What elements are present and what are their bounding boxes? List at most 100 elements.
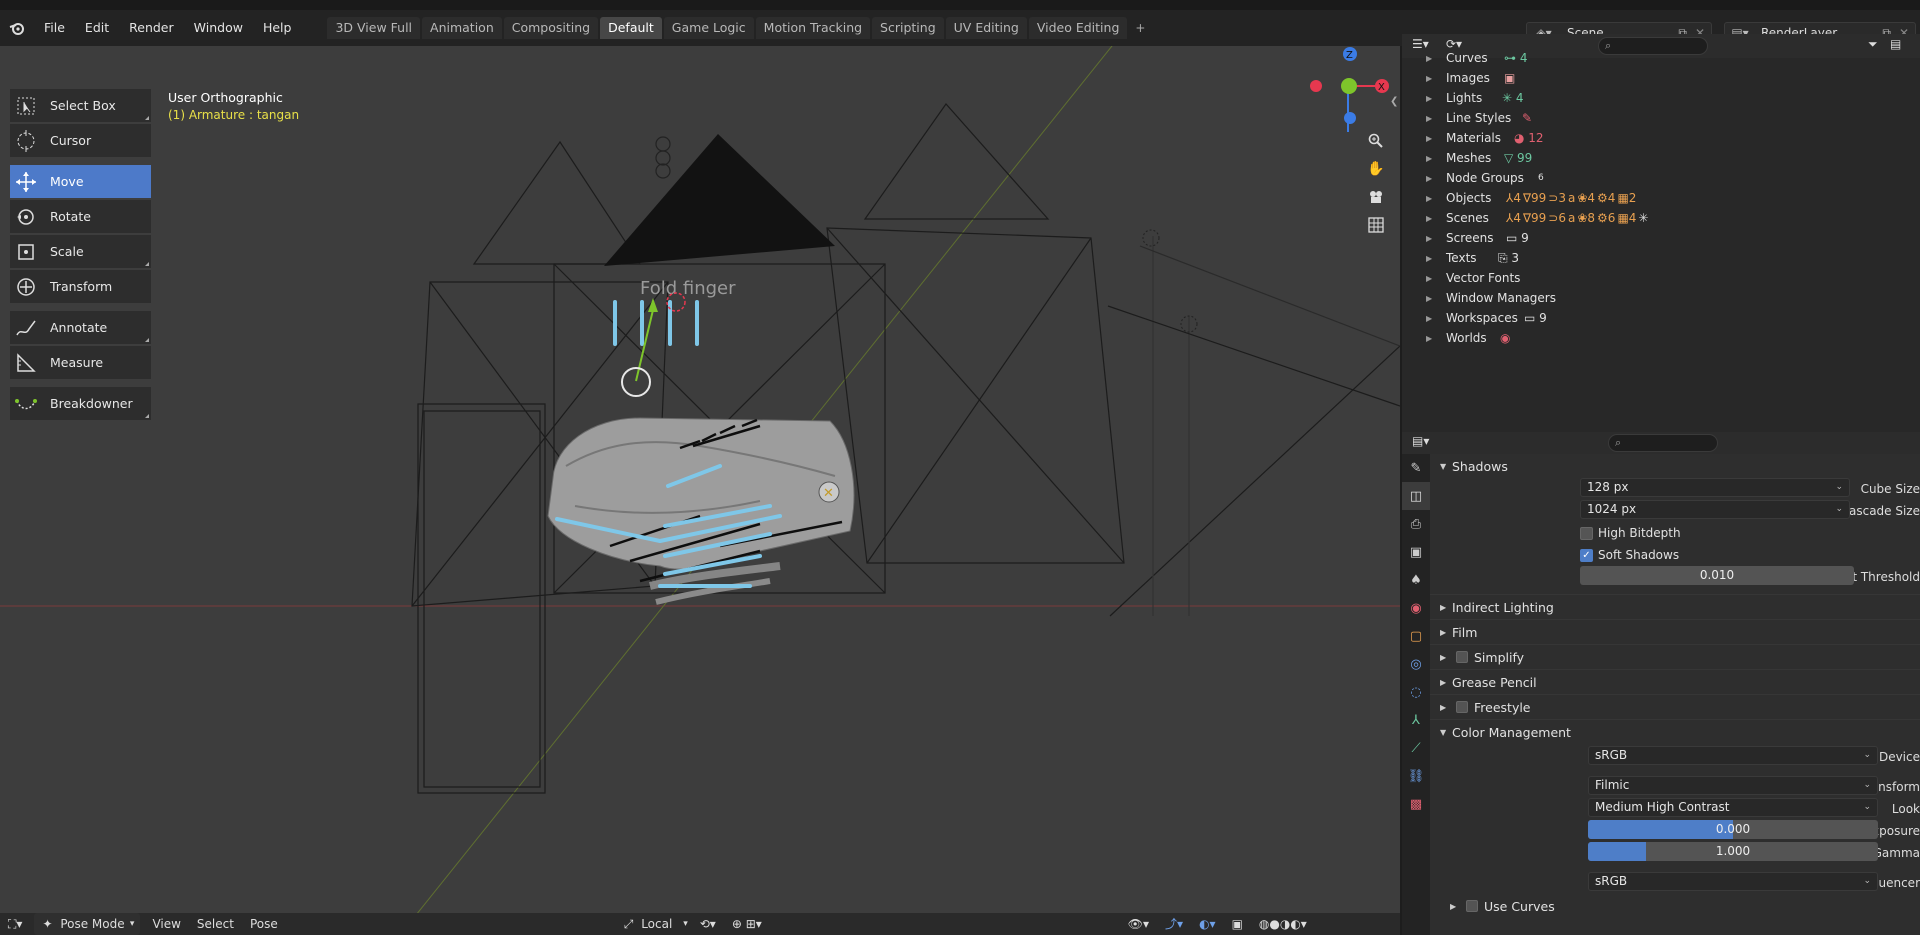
- mesh-icon: ∇99: [1522, 211, 1547, 225]
- menu-select[interactable]: Select: [189, 913, 242, 935]
- exposure-slider[interactable]: 0.000: [1588, 820, 1878, 839]
- editor-type-icon[interactable]: ⛶▾: [0, 913, 30, 935]
- add-workspace-button[interactable]: +: [1129, 17, 1151, 39]
- tab-default[interactable]: Default: [600, 17, 662, 39]
- gizmo-toggle-icon[interactable]: ⤴▾: [1157, 913, 1191, 935]
- pivot-point-icon[interactable]: ⟲▾: [692, 913, 724, 935]
- bone-constraint-tab-icon[interactable]: ⛓: [1402, 762, 1430, 790]
- pan-hand-icon[interactable]: ✋: [1363, 156, 1389, 182]
- texture-tab-icon[interactable]: ▩: [1402, 790, 1430, 818]
- cascade-size-dropdown[interactable]: 1024 px ⌄: [1580, 500, 1850, 519]
- menu-file[interactable]: File: [34, 17, 75, 39]
- render-tab-icon[interactable]: ◫: [1402, 482, 1430, 510]
- tree-item-vector-fonts[interactable]: ▶ Vector Fonts: [1402, 268, 1920, 288]
- gamma-slider[interactable]: 1.000: [1588, 842, 1878, 861]
- tab-game-logic[interactable]: Game Logic: [663, 17, 754, 39]
- output-tab-icon[interactable]: ⎙: [1402, 510, 1430, 538]
- cube-size-dropdown[interactable]: 128 px ⌄: [1580, 478, 1850, 497]
- menu-window[interactable]: Window: [184, 17, 253, 39]
- blender-logo-icon[interactable]: [0, 16, 34, 40]
- tool-scale[interactable]: Scale: [10, 235, 151, 268]
- scene-tab-icon[interactable]: ♠: [1402, 566, 1430, 594]
- 3d-viewport[interactable]: ✕ Fold finger Z X Select Box Cursor Move…: [0, 46, 1400, 935]
- tree-item-texts[interactable]: ▶ Texts ⎘ 3: [1402, 248, 1920, 268]
- tab-3d-view-full[interactable]: 3D View Full: [327, 17, 421, 39]
- menu-help[interactable]: Help: [253, 17, 302, 39]
- menu-view[interactable]: View: [144, 913, 188, 935]
- grid-toggle-icon[interactable]: [1363, 212, 1389, 238]
- tree-item-scenes[interactable]: ▶ Scenes ⅄4 ∇99 ⊃6 a ❀8 ⚙6 ▦4 ✳: [1402, 208, 1920, 228]
- tab-scripting[interactable]: Scripting: [872, 17, 944, 39]
- tool-transform[interactable]: Transform: [10, 270, 151, 303]
- tree-item-line-styles[interactable]: ▶ Line Styles ✎: [1402, 108, 1920, 128]
- tree-item-objects[interactable]: ▶ Objects ⅄4 ∇99 ⊃3 a ❀4 ⚙4 ▦2: [1402, 188, 1920, 208]
- panel-shadows[interactable]: ▼ Shadows: [1430, 454, 1920, 478]
- xray-icon[interactable]: ▣: [1224, 913, 1251, 935]
- mode-dropdown[interactable]: ✦ Pose Mode ▾: [34, 913, 141, 935]
- tree-item-materials[interactable]: ▶ Materials ◕ 12: [1402, 128, 1920, 148]
- menu-edit[interactable]: Edit: [75, 17, 119, 39]
- properties-editor-icon[interactable]: ▤▾: [1412, 434, 1429, 448]
- panel-indirect-lighting[interactable]: ▶ Indirect Lighting: [1430, 595, 1920, 619]
- curve-icon: ⊃6: [1548, 211, 1566, 225]
- panel-simplify[interactable]: ▶ Simplify: [1430, 645, 1920, 669]
- freestyle-checkbox[interactable]: [1456, 701, 1468, 713]
- tab-video-editing[interactable]: Video Editing: [1028, 17, 1128, 39]
- tree-item-images[interactable]: ▶ Images ▣: [1402, 68, 1920, 88]
- bone-tab-icon[interactable]: ⟋: [1402, 734, 1430, 762]
- visibility-icon[interactable]: 👁▾: [1120, 913, 1157, 935]
- display-device-dropdown[interactable]: sRGB ⌄: [1588, 746, 1878, 765]
- soft-shadows-checkbox[interactable]: ✓ Soft Shadows: [1580, 548, 1679, 562]
- tree-item-window-managers[interactable]: ▶ Window Managers: [1402, 288, 1920, 308]
- tool-breakdowner[interactable]: Breakdowner: [10, 387, 151, 420]
- light-threshold-field[interactable]: 0.010: [1580, 566, 1854, 585]
- camera-view-icon[interactable]: [1363, 184, 1389, 210]
- sidebar-collapse-icon[interactable]: ❮: [1390, 96, 1398, 107]
- world-tab-icon[interactable]: ◉: [1402, 594, 1430, 622]
- zoom-icon[interactable]: [1363, 128, 1389, 154]
- tab-uv-editing[interactable]: UV Editing: [945, 17, 1027, 39]
- tool-annotate[interactable]: Annotate: [10, 311, 151, 344]
- tree-item-meshes[interactable]: ▶ Meshes ▽ 99: [1402, 148, 1920, 168]
- physics-tab-icon[interactable]: ◌: [1402, 678, 1430, 706]
- properties-search-input[interactable]: ⌕: [1608, 434, 1718, 452]
- panel-freestyle[interactable]: ▶ Freestyle: [1430, 695, 1920, 719]
- tree-item-node-groups[interactable]: ▶ Node Groups 6: [1402, 168, 1920, 188]
- sequencer-dropdown[interactable]: sRGB ⌄: [1588, 872, 1878, 891]
- tool-move[interactable]: Move: [10, 165, 151, 198]
- high-bitdepth-checkbox[interactable]: High Bitdepth: [1580, 526, 1681, 540]
- menu-pose[interactable]: Pose: [242, 913, 286, 935]
- look-dropdown[interactable]: Medium High Contrast ⌄: [1588, 798, 1878, 817]
- tool-select-box[interactable]: Select Box: [10, 89, 151, 122]
- panel-grease-pencil[interactable]: ▶ Grease Pencil: [1430, 670, 1920, 694]
- overlay-toggle-icon[interactable]: ◐▾: [1191, 913, 1224, 935]
- tab-animation[interactable]: Animation: [422, 17, 502, 39]
- tree-item-workspaces[interactable]: ▶ Workspaces ▭ 9: [1402, 308, 1920, 328]
- modifier-tab-icon[interactable]: ◎: [1402, 650, 1430, 678]
- panel-use-curves[interactable]: ▶ Use Curves: [1430, 894, 1920, 918]
- viewport-scene[interactable]: ✕ Fold finger Z X: [0, 46, 1400, 935]
- tool-rotate[interactable]: Rotate: [10, 200, 151, 233]
- object-data-tab-icon[interactable]: ⅄: [1402, 706, 1430, 734]
- object-tab-icon[interactable]: ▢: [1402, 622, 1430, 650]
- view-layer-tab-icon[interactable]: ▣: [1402, 538, 1430, 566]
- snap-icon[interactable]: ⊕ ⊞▾: [724, 913, 770, 935]
- tree-item-screens[interactable]: ▶ Screens ▭ 9: [1402, 228, 1920, 248]
- tool-cursor[interactable]: Cursor: [10, 124, 151, 157]
- tree-item-lights[interactable]: ▶ Lights ✳ 4: [1402, 88, 1920, 108]
- panel-film[interactable]: ▶ Film: [1430, 620, 1920, 644]
- tab-compositing[interactable]: Compositing: [503, 17, 599, 39]
- menu-render[interactable]: Render: [119, 17, 184, 39]
- tree-item-worlds[interactable]: ▶ Worlds ◉: [1402, 328, 1920, 348]
- tool-measure[interactable]: Measure: [10, 346, 151, 379]
- view-transform-dropdown[interactable]: Filmic ⌄: [1588, 776, 1878, 795]
- transform-orientation-dropdown[interactable]: ⤢ Local ▾: [616, 913, 692, 935]
- shading-modes-icon[interactable]: ◍●◑◐▾: [1251, 913, 1315, 935]
- simplify-checkbox[interactable]: [1456, 651, 1468, 663]
- panel-color-management[interactable]: ▼ Color Management: [1430, 720, 1920, 744]
- tab-motion-tracking[interactable]: Motion Tracking: [755, 17, 871, 39]
- tool-shelf: Select Box Cursor Move Rotate Scale Tran…: [10, 89, 151, 422]
- use-curves-checkbox[interactable]: [1466, 900, 1478, 912]
- tool-tab-icon[interactable]: ✎: [1402, 454, 1430, 482]
- tree-item-curves[interactable]: ▶ Curves ⊶ 4: [1402, 48, 1920, 68]
